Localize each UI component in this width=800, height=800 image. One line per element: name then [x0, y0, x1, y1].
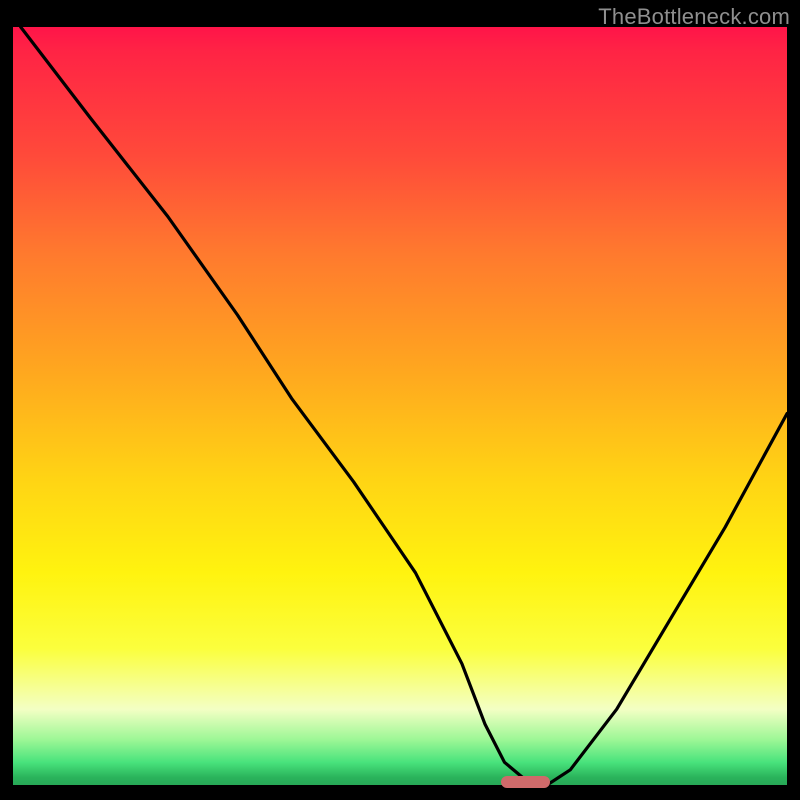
chart-stage: TheBottleneck.com	[0, 0, 800, 800]
bottleneck-curve	[21, 27, 787, 785]
plot-area	[13, 27, 787, 785]
valley-marker	[501, 776, 550, 788]
curve-svg	[13, 27, 787, 785]
